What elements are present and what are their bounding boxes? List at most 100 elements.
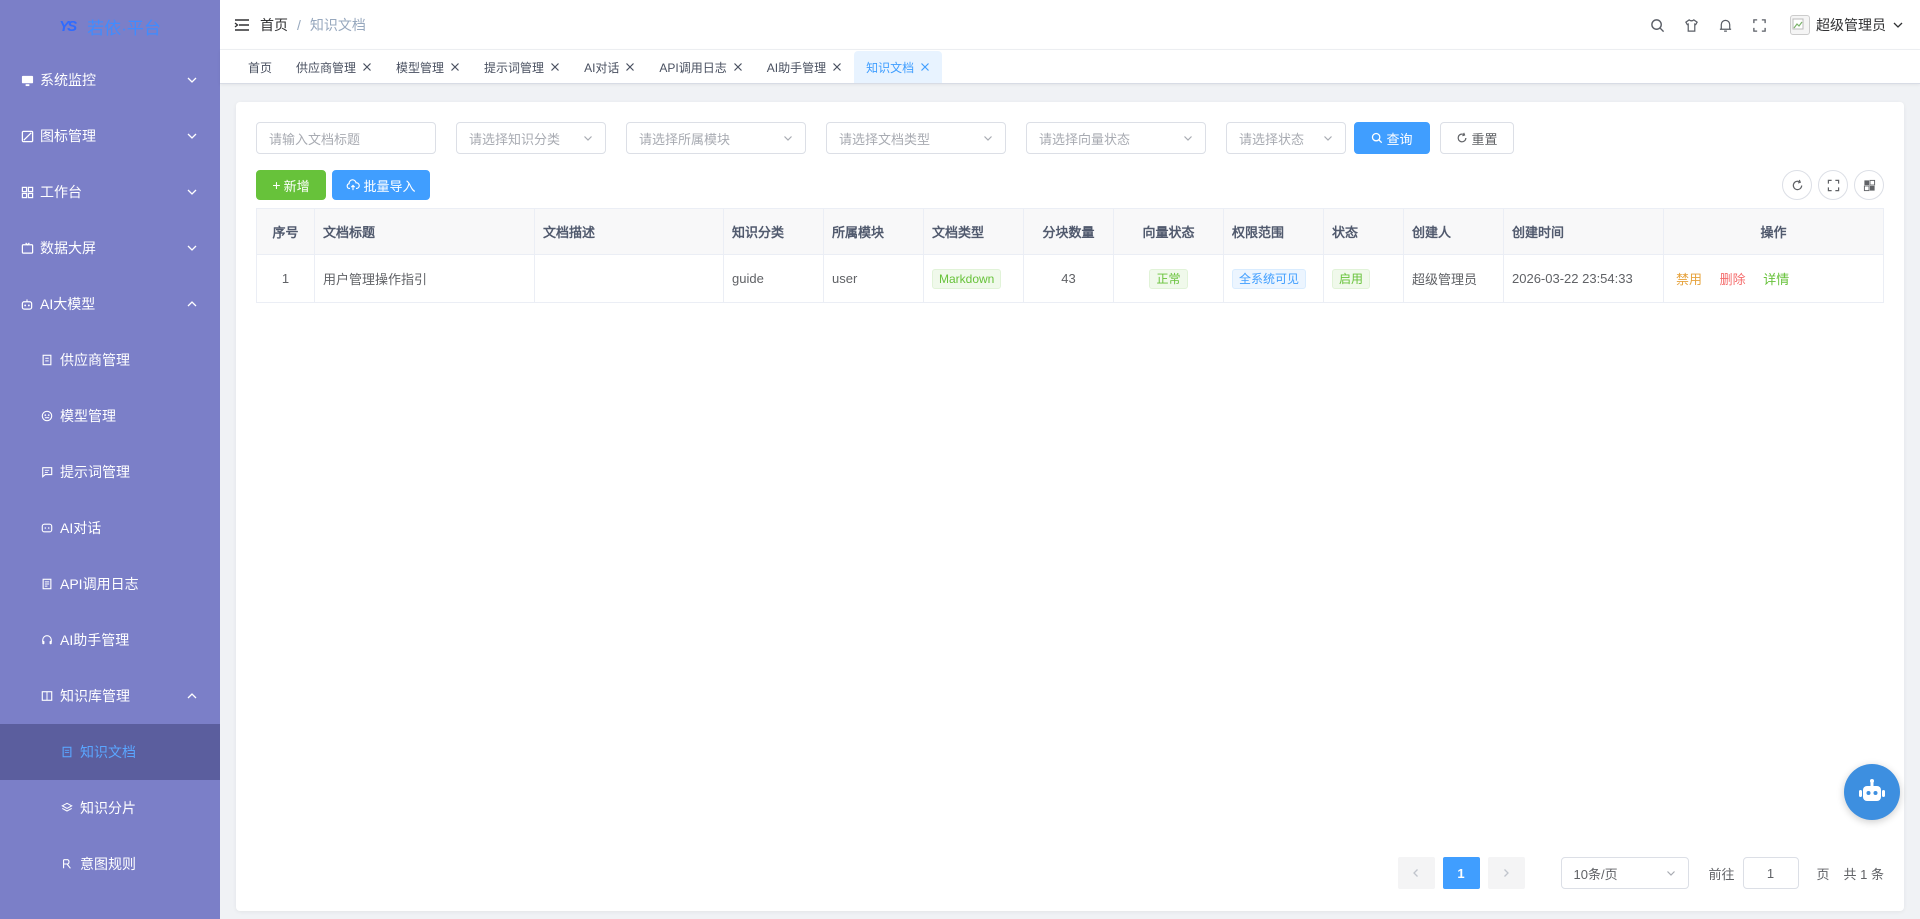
tab-home[interactable]: 首页 [236, 51, 284, 83]
page-unit-label: 页 [1816, 866, 1830, 882]
tab-ai-assistant[interactable]: AI助手管理 [755, 51, 854, 83]
screen-icon [20, 241, 34, 255]
sidebar-item-knowledge-base[interactable]: 知识库管理 [0, 668, 220, 724]
sidebar-item-model[interactable]: 模型管理 [0, 388, 220, 444]
tab-supplier[interactable]: 供应商管理 [284, 51, 384, 83]
document-icon [60, 745, 74, 759]
username[interactable]: 超级管理员 [1816, 15, 1886, 35]
book-icon [40, 689, 54, 703]
sidebar-item-knowledge-doc[interactable]: 知识文档 [0, 724, 220, 780]
disable-link[interactable]: 禁用 [1676, 272, 1702, 287]
page-size-select[interactable]: 10条/页 [1560, 857, 1689, 889]
sidebar-item-api-log[interactable]: API调用日志 [0, 556, 220, 612]
search-button[interactable]: 查询 [1354, 122, 1430, 154]
tab-ai-chat[interactable]: AI对话 [572, 51, 647, 83]
log-icon [40, 577, 54, 591]
page-size-value: 10条/页 [1573, 866, 1618, 882]
tab-prompt[interactable]: 提示词管理 [472, 51, 572, 83]
table-right-toolbar [1782, 170, 1884, 200]
category-select[interactable]: 请选择知识分类 [456, 122, 606, 154]
breadcrumb-home[interactable]: 首页 [260, 15, 288, 35]
add-button[interactable]: + 新增 [256, 170, 326, 200]
close-icon[interactable] [450, 62, 460, 72]
tab-api-log[interactable]: API调用日志 [647, 51, 754, 83]
sidebar-item-icon-manage[interactable]: 图标管理 [0, 108, 220, 164]
avatar[interactable] [1790, 15, 1810, 35]
prev-page-button[interactable] [1397, 857, 1435, 889]
vector-status-badge: 正常 [1149, 268, 1188, 289]
search-icon[interactable] [1648, 16, 1666, 34]
detail-link[interactable]: 详情 [1763, 272, 1789, 287]
refresh-button[interactable] [1782, 170, 1812, 200]
chevron-down-icon [1184, 136, 1192, 141]
sidebar-item-label: API调用日志 [60, 576, 139, 592]
sidebar-item-knowledge-chunk[interactable]: 知识分片 [0, 780, 220, 836]
column-header: 所属模块 [823, 208, 924, 255]
sidebar-item-ai-chat[interactable]: AI对话 [0, 500, 220, 556]
bell-icon[interactable] [1716, 16, 1734, 34]
cell-status: 启用 [1323, 254, 1404, 303]
cell-creator: 超级管理员 [1403, 254, 1504, 303]
placeholder: 请选择文档类型 [839, 131, 931, 147]
cell-chunk-count: 43 [1023, 254, 1114, 303]
next-page-button[interactable] [1487, 857, 1525, 889]
column-settings-button[interactable] [1854, 170, 1884, 200]
doc-title-input[interactable]: 请输入文档标题 [256, 122, 436, 154]
fullscreen-button[interactable] [1818, 170, 1848, 200]
close-icon[interactable] [832, 62, 842, 72]
chevron-down-icon[interactable] [1892, 19, 1904, 31]
theme-shirt-icon[interactable] [1682, 16, 1700, 34]
batch-import-button-label: 批量导入 [363, 178, 416, 194]
cell-scope: 全系统可见 [1223, 254, 1324, 303]
column-header: 状态 [1323, 208, 1404, 255]
column-header: 知识分类 [723, 208, 824, 255]
vector-status-select[interactable]: 请选择向量状态 [1026, 122, 1206, 154]
sidebar-item-label: 提示词管理 [60, 464, 130, 480]
close-icon[interactable] [625, 62, 635, 72]
robot-icon [20, 297, 34, 311]
sidebar-item-supplier[interactable]: 供应商管理 [0, 332, 220, 388]
close-icon[interactable] [362, 62, 372, 72]
doc-type-select[interactable]: 请选择文档类型 [826, 122, 1006, 154]
tab-label: 模型管理 [396, 60, 445, 75]
tags-view: 首页 供应商管理 模型管理 提示词管理 AI对话 API调用日志 AI助手管理 … [220, 50, 1920, 84]
module-select[interactable]: 请选择所属模块 [626, 122, 806, 154]
sidebar-item-prompt[interactable]: 提示词管理 [0, 444, 220, 500]
tab-label: 供应商管理 [296, 60, 357, 75]
sidebar-item-ai-model[interactable]: AI大模型 [0, 276, 220, 332]
chevron-down-icon [784, 136, 792, 141]
sidebar-item-label: AI对话 [60, 520, 102, 536]
sidebar-item-workbench[interactable]: 工作台 [0, 164, 220, 220]
logo: YS 若依·平台 [0, 0, 220, 52]
sidebar-item-ai-assistant[interactable]: AI助手管理 [0, 612, 220, 668]
sidebar-item-system-monitor[interactable]: 系统监控 [0, 52, 220, 108]
chevron-down-icon [984, 136, 992, 141]
close-icon[interactable] [550, 62, 560, 72]
status-select[interactable]: 请选择状态 [1226, 122, 1346, 154]
fullscreen-icon[interactable] [1750, 16, 1768, 34]
reset-button[interactable]: 重置 [1440, 122, 1514, 154]
sidebar-item-intent-rule[interactable]: 意图规则 [0, 836, 220, 892]
table-row[interactable]: 1 用户管理操作指引 guide user Markdown 43 正常 全系统… [256, 254, 1884, 303]
sidebar-item-label: 工作台 [40, 184, 82, 200]
layers-icon [60, 801, 74, 815]
close-icon[interactable] [733, 62, 743, 72]
ai-assistant-float-button[interactable] [1844, 764, 1900, 820]
tab-model[interactable]: 模型管理 [384, 51, 472, 83]
reset-button-label: 重置 [1471, 131, 1498, 147]
page-number[interactable]: 1 [1442, 857, 1480, 889]
chevron-up-icon [187, 693, 197, 699]
dashboard-icon [20, 185, 34, 199]
sidebar-item-data-screen[interactable]: 数据大屏 [0, 220, 220, 276]
delete-link[interactable]: 删除 [1720, 272, 1746, 287]
close-icon[interactable] [920, 62, 930, 72]
hamburger-icon[interactable] [234, 18, 250, 32]
cell-actions: 禁用 删除 详情 [1663, 254, 1884, 303]
placeholder: 请选择状态 [1239, 131, 1305, 147]
knowledge-doc-table: 序号 文档标题 文档描述 知识分类 所属模块 文档类型 分块数量 向量状态 权限… [256, 208, 1884, 303]
sidebar: YS 若依·平台 系统监控 图标管理 工作台 数据大屏 AI大模型 供应商管理 … [0, 0, 220, 919]
goto-page-input[interactable]: 1 [1742, 857, 1799, 889]
batch-import-button[interactable]: 批量导入 [332, 170, 430, 200]
sidebar-item-label: 系统监控 [40, 72, 96, 88]
tab-knowledge-doc[interactable]: 知识文档 [854, 51, 943, 83]
